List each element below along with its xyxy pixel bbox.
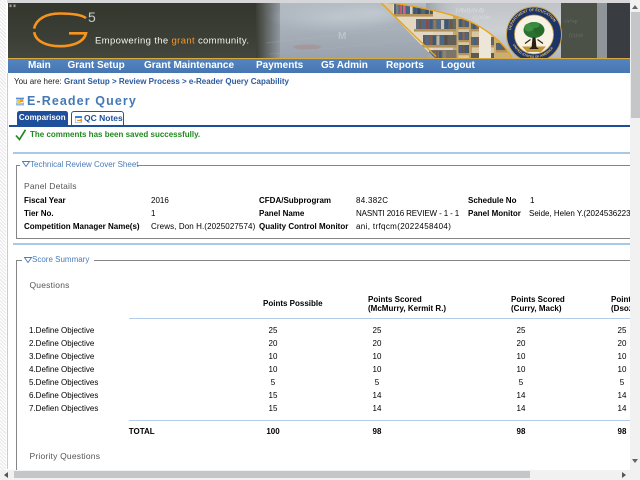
svg-text:Empowering the grant community: Empowering the grant community.	[95, 35, 249, 46]
svg-text:5: 5	[88, 9, 96, 25]
svg-text:√x²+y: √x²+y	[564, 18, 579, 25]
svg-text:∫√f(x)∫√(x,θ): ∫√f(x)∫√(x,θ)	[455, 7, 484, 14]
svg-text:ƒ(x)dx: ƒ(x)dx	[568, 33, 584, 39]
svg-text:M: M	[338, 31, 346, 42]
svg-text:λ∑(x²)dx: λ∑(x²)dx	[471, 15, 491, 21]
